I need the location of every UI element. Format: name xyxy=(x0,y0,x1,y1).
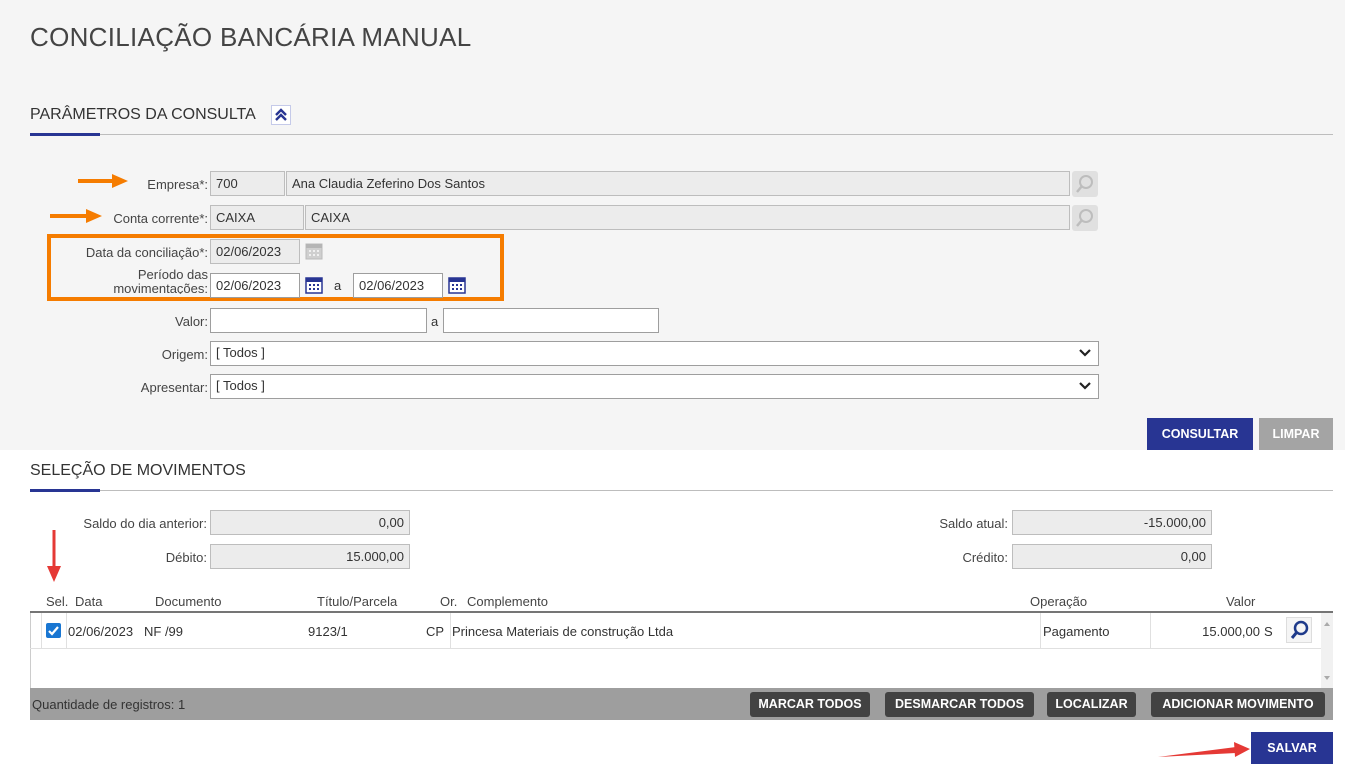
chevron-down-icon xyxy=(1079,349,1091,357)
magnifier-icon xyxy=(1290,620,1309,639)
row-complemento: Princesa Materiais de construção Ltda xyxy=(452,624,674,639)
check-icon xyxy=(48,626,59,636)
collapse-toggle[interactable] xyxy=(271,105,291,125)
col-header-documento: Documento xyxy=(155,594,222,609)
double-chevron-up-icon xyxy=(275,108,287,121)
col-header-titulo: Título/Parcela xyxy=(317,594,398,609)
limpar-button[interactable]: LIMPAR xyxy=(1259,418,1333,450)
record-count: Quantidade de registros: 1 xyxy=(32,697,186,712)
row-checkbox[interactable] xyxy=(46,623,61,638)
periodo-label-line2: movimentações: xyxy=(113,282,208,294)
empresa-name-field: Ana Claudia Zeferino Dos Santos xyxy=(286,171,1070,196)
selecao-section-divider xyxy=(30,490,1333,491)
red-arrow-down-icon xyxy=(47,530,61,582)
empresa-code-field[interactable]: 700 xyxy=(210,171,285,196)
saldo-atual-label: Saldo atual: xyxy=(939,516,1008,531)
col-header-operacao: Operação xyxy=(1030,594,1088,609)
valor-separator: a xyxy=(431,314,439,329)
col-header-data: Data xyxy=(75,594,103,609)
selecao-section-accent xyxy=(30,489,100,492)
valor-to-field[interactable] xyxy=(443,308,659,333)
params-section-accent xyxy=(30,133,100,136)
page-title: CONCILIAÇÃO BANCÁRIA MANUAL xyxy=(30,22,472,52)
periodo-to-field[interactable]: 02/06/2023 xyxy=(353,273,443,298)
row-or: CP xyxy=(426,624,445,639)
col-header-valor: Valor xyxy=(1226,594,1256,609)
calendar-icon[interactable] xyxy=(447,275,467,295)
origem-label: Origem: xyxy=(161,347,208,362)
row-operacao: Pagamento xyxy=(1043,624,1110,639)
params-section-title: PARÂMETROS DA CONSULTA xyxy=(30,106,256,123)
data-conciliacao-field[interactable]: 02/06/2023 xyxy=(210,239,300,264)
localizar-button[interactable]: LOCALIZAR xyxy=(1047,692,1136,717)
row-data: 02/06/2023 xyxy=(68,624,134,639)
conta-code-field[interactable]: CAIXA xyxy=(210,205,304,230)
data-conciliacao-label: Data da conciliação*: xyxy=(85,245,208,260)
row-detail-button[interactable] xyxy=(1286,617,1312,643)
consultar-button[interactable]: CONSULTAR xyxy=(1147,418,1253,450)
empresa-label: Empresa*: xyxy=(147,177,208,192)
col-header-complemento: Complemento xyxy=(467,594,548,609)
saldo-anterior-field: 0,00 xyxy=(210,510,410,535)
table-row[interactable]: 02/06/2023 NF /99 9123/1 CP Princesa Mat… xyxy=(30,613,1321,648)
chevron-down-icon xyxy=(1079,382,1091,390)
periodo-from-field[interactable]: 02/06/2023 xyxy=(210,273,300,298)
debito-field: 15.000,00 xyxy=(210,544,410,569)
credito-field: 0,00 xyxy=(1012,544,1212,569)
adicionar-movimento-button[interactable]: ADICIONAR MOVIMENTO xyxy=(1151,692,1325,717)
desmarcar-todos-button[interactable]: DESMARCAR TODOS xyxy=(885,692,1034,717)
row-titulo: 9123/1 xyxy=(308,624,348,639)
apresentar-select[interactable]: [ Todos ] xyxy=(210,374,1099,399)
calendar-icon[interactable] xyxy=(304,275,324,295)
saldo-anterior-label: Saldo do dia anterior: xyxy=(83,516,207,531)
scroll-arrows-icon xyxy=(1324,622,1330,680)
conta-search-button[interactable] xyxy=(1072,205,1098,231)
salvar-button[interactable]: SALVAR xyxy=(1251,732,1333,764)
conta-name-field: CAIXA xyxy=(305,205,1070,230)
row-flag: S xyxy=(1264,624,1273,639)
row-valor: 15.000,00 xyxy=(1202,624,1260,639)
params-section-divider xyxy=(30,134,1333,135)
marcar-todos-button[interactable]: MARCAR TODOS xyxy=(750,692,870,717)
calendar-icon xyxy=(305,243,323,260)
magnifier-icon xyxy=(1076,209,1093,227)
saldo-atual-field: -15.000,00 xyxy=(1012,510,1212,535)
valor-label: Valor: xyxy=(175,314,208,329)
valor-from-field[interactable] xyxy=(210,308,427,333)
magnifier-icon xyxy=(1076,175,1093,193)
col-header-or: Or. xyxy=(440,594,458,609)
table-footer xyxy=(30,688,1333,720)
periodo-separator: a xyxy=(334,278,342,293)
conta-label: Conta corrente*: xyxy=(113,211,208,226)
apresentar-label: Apresentar: xyxy=(140,380,208,395)
empresa-search-button[interactable] xyxy=(1072,171,1098,197)
debito-label: Débito: xyxy=(165,550,207,565)
selecao-section-title: SELEÇÃO DE MOVIMENTOS xyxy=(30,462,246,479)
origem-select[interactable]: [ Todos ] xyxy=(210,341,1099,366)
red-arrow-right-icon xyxy=(1158,742,1250,757)
origem-select-value: [ Todos ] xyxy=(216,345,265,360)
table-scrollbar[interactable] xyxy=(1321,613,1333,688)
periodo-label: Período das movimentações: xyxy=(90,267,208,295)
col-header-sel: Sel. xyxy=(46,594,69,609)
credito-label: Crédito: xyxy=(962,550,1008,565)
apresentar-select-value: [ Todos ] xyxy=(216,378,265,393)
row-divider xyxy=(30,648,1321,649)
row-documento: NF /99 xyxy=(144,624,184,639)
periodo-label-line1: Período das xyxy=(137,267,208,282)
